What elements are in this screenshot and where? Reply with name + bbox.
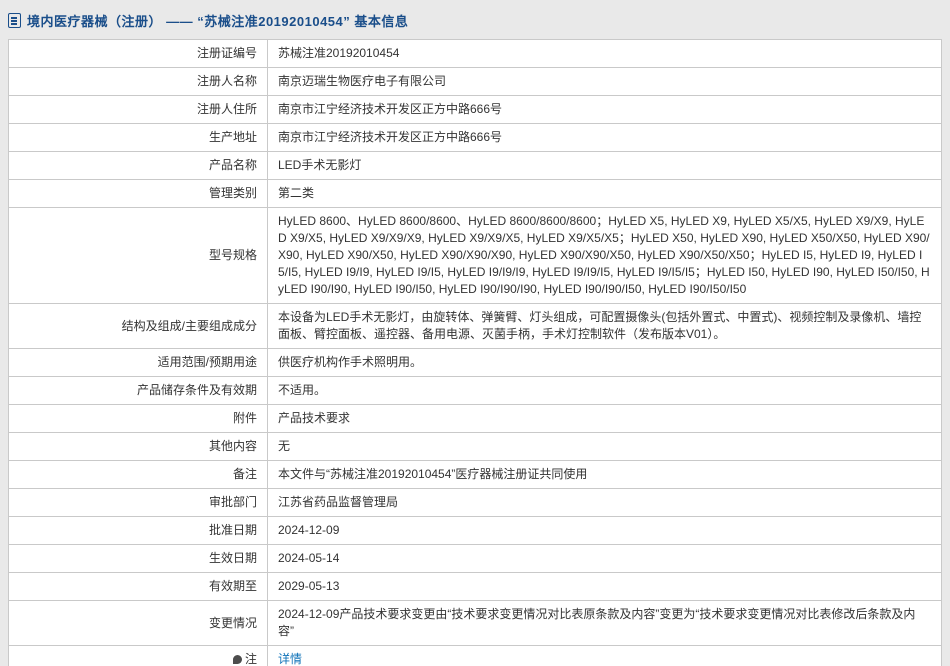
table-row: 注册证编号 苏械注准20192010454: [9, 40, 942, 68]
field-label: 管理类别: [9, 180, 268, 208]
field-value: 苏械注准20192010454: [268, 40, 942, 68]
table-row: 产品储存条件及有效期 不适用。: [9, 377, 942, 405]
field-value: 2029-05-13: [268, 573, 942, 601]
field-label: 有效期至: [9, 573, 268, 601]
table-row: 其他内容 无: [9, 433, 942, 461]
field-value: 南京迈瑞生物医疗电子有限公司: [268, 68, 942, 96]
table-row: 生产地址 南京市江宁经济技术开发区正方中路666号: [9, 124, 942, 152]
table-row: 有效期至 2029-05-13: [9, 573, 942, 601]
table-row: 注册人名称 南京迈瑞生物医疗电子有限公司: [9, 68, 942, 96]
field-label: 附件: [9, 405, 268, 433]
field-label: 其他内容: [9, 433, 268, 461]
field-label: 适用范围/预期用途: [9, 349, 268, 377]
table-row: 型号规格 HyLED 8600、HyLED 8600/8600、HyLED 86…: [9, 208, 942, 304]
field-value: 无: [268, 433, 942, 461]
table-row: 附件 产品技术要求: [9, 405, 942, 433]
field-label: 注册证编号: [9, 40, 268, 68]
table-row: 批准日期 2024-12-09: [9, 517, 942, 545]
table-row: 产品名称 LED手术无影灯: [9, 152, 942, 180]
field-value: 江苏省药品监督管理局: [268, 489, 942, 517]
field-value: 详情: [268, 646, 942, 666]
field-label: 批准日期: [9, 517, 268, 545]
table-row: 生效日期 2024-05-14: [9, 545, 942, 573]
table-row-note: 注 详情: [9, 646, 942, 666]
table-row: 审批部门 江苏省药品监督管理局: [9, 489, 942, 517]
field-label: 结构及组成/主要组成成分: [9, 304, 268, 349]
page-header: 境内医疗器械（注册） —— “苏械注准20192010454” 基本信息: [0, 0, 950, 39]
field-label: 生效日期: [9, 545, 268, 573]
page-title: 境内医疗器械（注册） —— “苏械注准20192010454” 基本信息: [27, 11, 408, 30]
field-value: 南京市江宁经济技术开发区正方中路666号: [268, 96, 942, 124]
note-icon: [233, 655, 242, 664]
field-label: 生产地址: [9, 124, 268, 152]
field-value: 2024-12-09产品技术要求变更由“技术要求变更情况对比表原条款及内容”变更…: [268, 601, 942, 646]
field-label: 注册人住所: [9, 96, 268, 124]
field-value: 2024-05-14: [268, 545, 942, 573]
field-value: 供医疗机构作手术照明用。: [268, 349, 942, 377]
details-link[interactable]: 详情: [278, 652, 302, 666]
field-label: 变更情况: [9, 601, 268, 646]
field-label: 注册人名称: [9, 68, 268, 96]
table-row: 变更情况 2024-12-09产品技术要求变更由“技术要求变更情况对比表原条款及…: [9, 601, 942, 646]
field-value: 不适用。: [268, 377, 942, 405]
table-row: 管理类别 第二类: [9, 180, 942, 208]
field-value: 产品技术要求: [268, 405, 942, 433]
field-value: 本设备为LED手术无影灯，由旋转体、弹簧臂、灯头组成，可配置摄像头(包括外置式、…: [268, 304, 942, 349]
table-row: 结构及组成/主要组成成分 本设备为LED手术无影灯，由旋转体、弹簧臂、灯头组成，…: [9, 304, 942, 349]
field-label: 产品名称: [9, 152, 268, 180]
field-value: 本文件与“苏械注准20192010454”医疗器械注册证共同使用: [268, 461, 942, 489]
field-value: 南京市江宁经济技术开发区正方中路666号: [268, 124, 942, 152]
field-label: 型号规格: [9, 208, 268, 304]
table-row: 适用范围/预期用途 供医疗机构作手术照明用。: [9, 349, 942, 377]
document-icon: [8, 13, 21, 28]
field-value: HyLED 8600、HyLED 8600/8600、HyLED 8600/86…: [268, 208, 942, 304]
table-row: 备注 本文件与“苏械注准20192010454”医疗器械注册证共同使用: [9, 461, 942, 489]
note-label: 注: [245, 652, 257, 666]
field-label: 注: [9, 646, 268, 666]
field-value: 第二类: [268, 180, 942, 208]
field-label: 产品储存条件及有效期: [9, 377, 268, 405]
field-label: 备注: [9, 461, 268, 489]
page: 境内医疗器械（注册） —— “苏械注准20192010454” 基本信息 注册证…: [0, 0, 950, 666]
field-value: LED手术无影灯: [268, 152, 942, 180]
field-value: 2024-12-09: [268, 517, 942, 545]
field-label: 审批部门: [9, 489, 268, 517]
table-row: 注册人住所 南京市江宁经济技术开发区正方中路666号: [9, 96, 942, 124]
registration-info-table: 注册证编号 苏械注准20192010454 注册人名称 南京迈瑞生物医疗电子有限…: [8, 39, 942, 666]
